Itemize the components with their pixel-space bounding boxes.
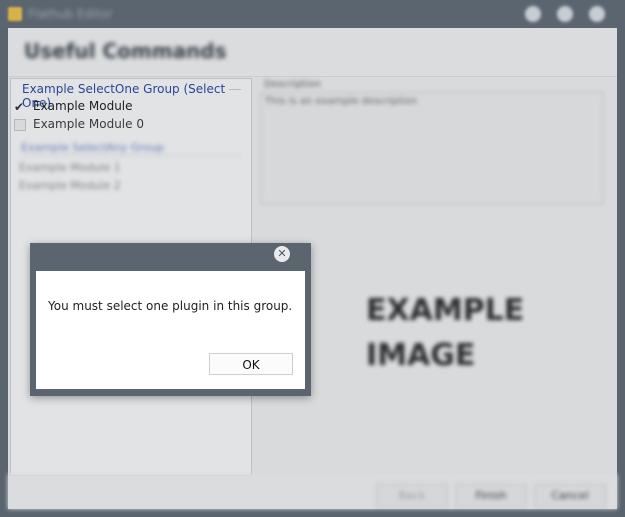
close-icon[interactable]	[589, 6, 605, 22]
window-title: Flathub Editor	[28, 7, 113, 21]
title-bar: Flathub Editor	[0, 0, 625, 28]
ok-button[interactable]: OK	[209, 353, 293, 375]
dialog-message: You must select one plugin in this group…	[48, 299, 293, 313]
app-icon	[8, 7, 22, 21]
minimize-icon[interactable]	[525, 6, 541, 22]
maximize-icon[interactable]	[557, 6, 573, 22]
close-icon[interactable]: ✕	[274, 246, 290, 262]
validation-dialog: ✕ You must select one plugin in this gro…	[30, 243, 311, 396]
dialog-body: You must select one plugin in this group…	[36, 271, 305, 389]
main-window: Flathub Editor Useful Commands Example S…	[0, 0, 625, 517]
